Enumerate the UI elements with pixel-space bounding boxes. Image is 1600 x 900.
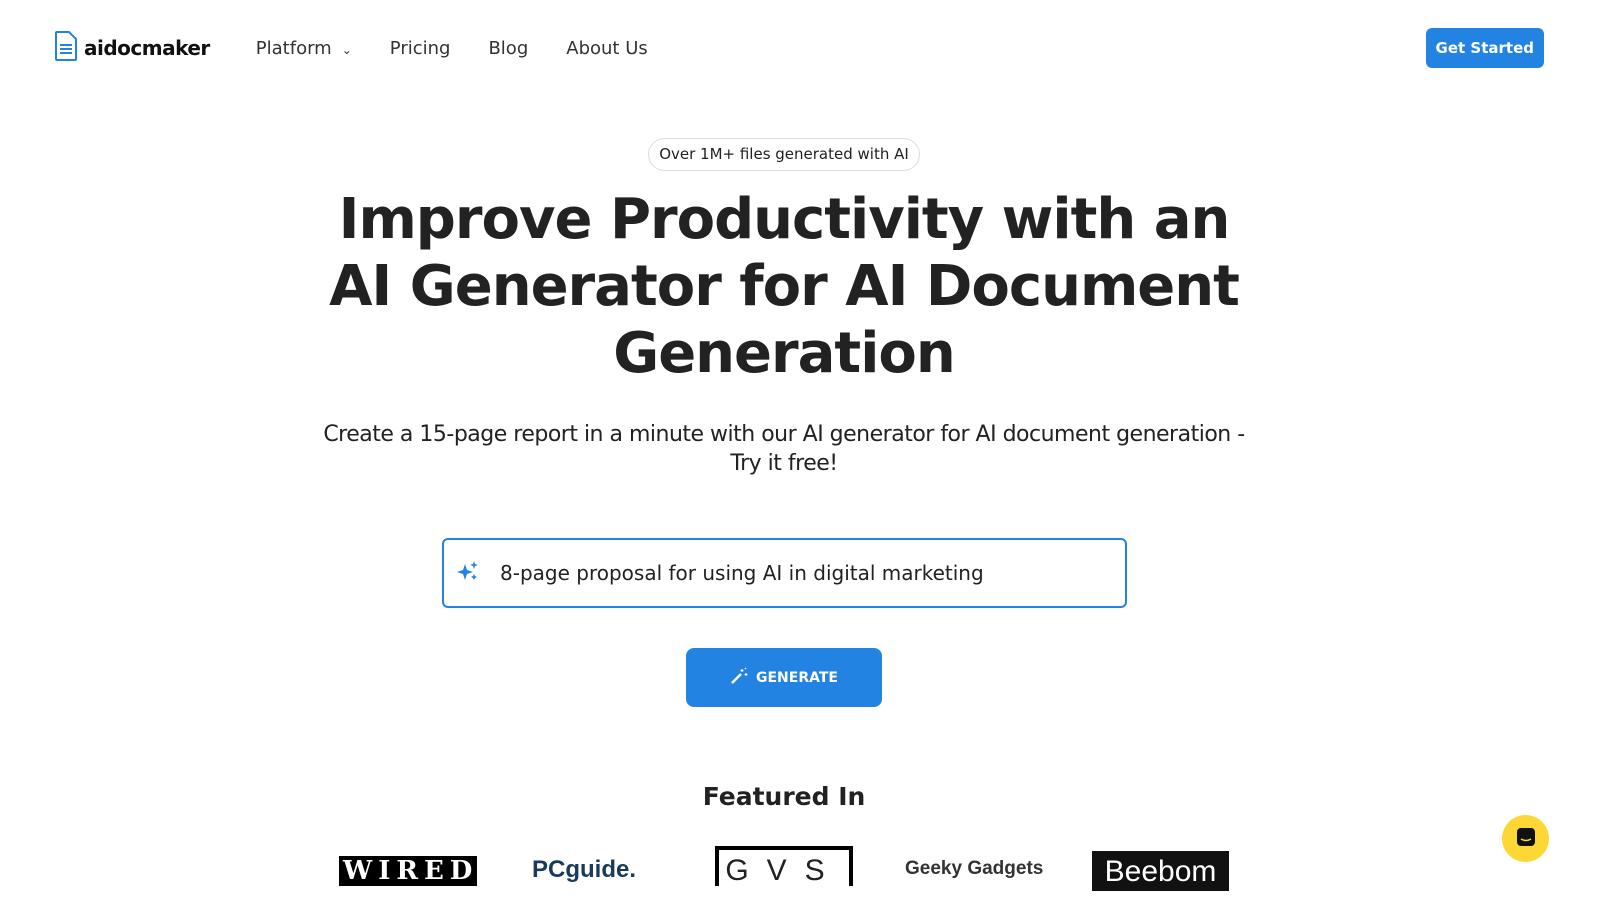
nav-platform[interactable]: Platform ⌄ — [256, 38, 352, 59]
generate-button[interactable]: GENERATE — [686, 648, 882, 707]
pcguide-logo: PCguide. — [532, 856, 637, 883]
brand-name: aidocmaker — [84, 36, 210, 60]
get-started-button[interactable]: Get Started — [1425, 28, 1544, 68]
featured-in-title: Featured In — [702, 782, 866, 811]
sparkles-icon — [456, 559, 480, 587]
nav-platform-label: Platform — [255, 37, 332, 59]
geeky-gadgets-logo: Geeky Gadgets — [905, 858, 1044, 879]
prompt-input[interactable] — [500, 561, 1100, 585]
wired-logo: WIRED — [339, 856, 477, 886]
top-nav: aidocmaker Platform ⌄ Pricing Blog About … — [54, 28, 1544, 68]
prompt-field[interactable] — [442, 538, 1127, 608]
page-subtitle: Create a 15-page report in a minute with… — [323, 422, 1245, 476]
beebom-logo: Beebom — [1092, 851, 1229, 891]
generate-label: GENERATE — [756, 669, 838, 686]
chat-icon — [1515, 826, 1537, 852]
brand-logo[interactable]: aidocmaker — [54, 30, 210, 66]
nav-about-us[interactable]: About Us — [566, 38, 648, 59]
nav-blog[interactable]: Blog — [488, 38, 528, 59]
page-title: Improve Productivity with an AI Generato… — [329, 187, 1240, 386]
gvs-logo: GVS — [715, 846, 853, 886]
chat-launcher-button[interactable] — [1502, 815, 1549, 862]
document-icon — [54, 30, 78, 66]
nav-pricing[interactable]: Pricing — [390, 38, 451, 59]
files-badge: Over 1M+ files generated with AI — [648, 138, 920, 171]
magic-wand-icon — [730, 667, 748, 689]
chevron-down-icon: ⌄ — [341, 42, 352, 57]
